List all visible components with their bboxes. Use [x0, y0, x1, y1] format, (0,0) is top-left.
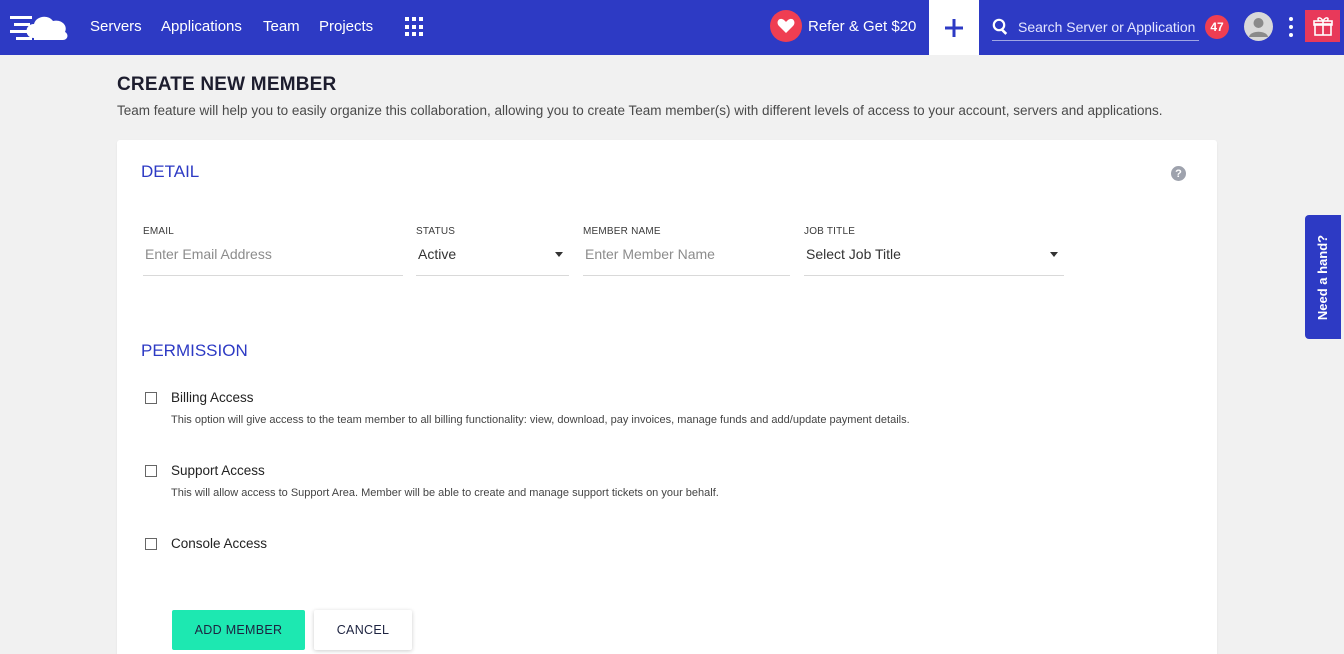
nav-projects[interactable]: Projects: [319, 18, 373, 35]
page-title: CREATE NEW MEMBER: [117, 74, 337, 95]
support-access-checkbox[interactable]: [145, 465, 157, 477]
gift-icon[interactable]: [1305, 10, 1340, 42]
support-access-description: This will allow access to Support Area. …: [171, 487, 719, 499]
add-button[interactable]: [929, 0, 979, 55]
search-input[interactable]: [1018, 18, 1198, 35]
nav-servers[interactable]: Servers: [90, 18, 142, 35]
need-a-hand-label: Need a hand?: [1315, 234, 1331, 320]
page-description: Team feature will help you to easily org…: [117, 103, 1163, 118]
console-access-checkbox[interactable]: [145, 538, 157, 550]
top-navbar: Servers Applications Team Projects Refer…: [0, 0, 1344, 55]
refer-label: Refer & Get $20: [808, 17, 917, 35]
cancel-button[interactable]: CANCEL: [314, 610, 412, 650]
nav-applications[interactable]: Applications: [161, 18, 242, 35]
member-name-label: MEMBER NAME: [583, 226, 661, 237]
user-avatar-icon[interactable]: [1244, 12, 1273, 41]
member-form-card: DETAIL ? EMAIL STATUS Active MEMBER NAME…: [117, 140, 1217, 654]
job-title-label: JOB TITLE: [804, 226, 856, 237]
apps-grid-icon[interactable]: [405, 17, 425, 37]
email-label: EMAIL: [143, 226, 175, 237]
support-access-title: Support Access: [171, 463, 265, 478]
status-value: Active: [418, 246, 457, 262]
refer-button[interactable]: Refer & Get $20: [770, 10, 916, 42]
permission-section-title: PERMISSION: [141, 341, 248, 360]
help-icon[interactable]: ?: [1171, 166, 1186, 181]
notification-badge[interactable]: 47: [1205, 15, 1229, 39]
email-field: EMAIL: [143, 226, 403, 276]
caret-down-icon: [555, 252, 563, 257]
console-access-title: Console Access: [171, 536, 268, 551]
job-title-value: Select Job Title: [806, 246, 901, 262]
billing-access-checkbox[interactable]: [145, 392, 157, 404]
heart-icon: [770, 10, 802, 42]
plus-icon: [945, 18, 963, 37]
billing-access-title: Billing Access: [171, 390, 254, 405]
cloud-logo-icon[interactable]: [10, 10, 72, 44]
detail-section-title: DETAIL: [141, 162, 200, 181]
status-label: STATUS: [416, 226, 456, 237]
billing-access-description: This option will give access to the team…: [171, 414, 910, 426]
status-select[interactable]: STATUS Active: [416, 226, 569, 276]
caret-down-icon: [1050, 252, 1058, 257]
kebab-menu-icon[interactable]: [1286, 17, 1296, 37]
member-name-input[interactable]: [583, 246, 790, 262]
search-icon: [992, 18, 1008, 35]
member-name-field: MEMBER NAME: [583, 226, 790, 276]
job-title-select[interactable]: JOB TITLE Select Job Title: [804, 226, 1064, 276]
nav-team[interactable]: Team: [263, 18, 300, 35]
search-bar: [992, 13, 1199, 41]
add-member-button[interactable]: ADD MEMBER: [172, 610, 305, 650]
need-a-hand-tab[interactable]: Need a hand?: [1305, 215, 1341, 339]
email-input[interactable]: [143, 246, 403, 262]
